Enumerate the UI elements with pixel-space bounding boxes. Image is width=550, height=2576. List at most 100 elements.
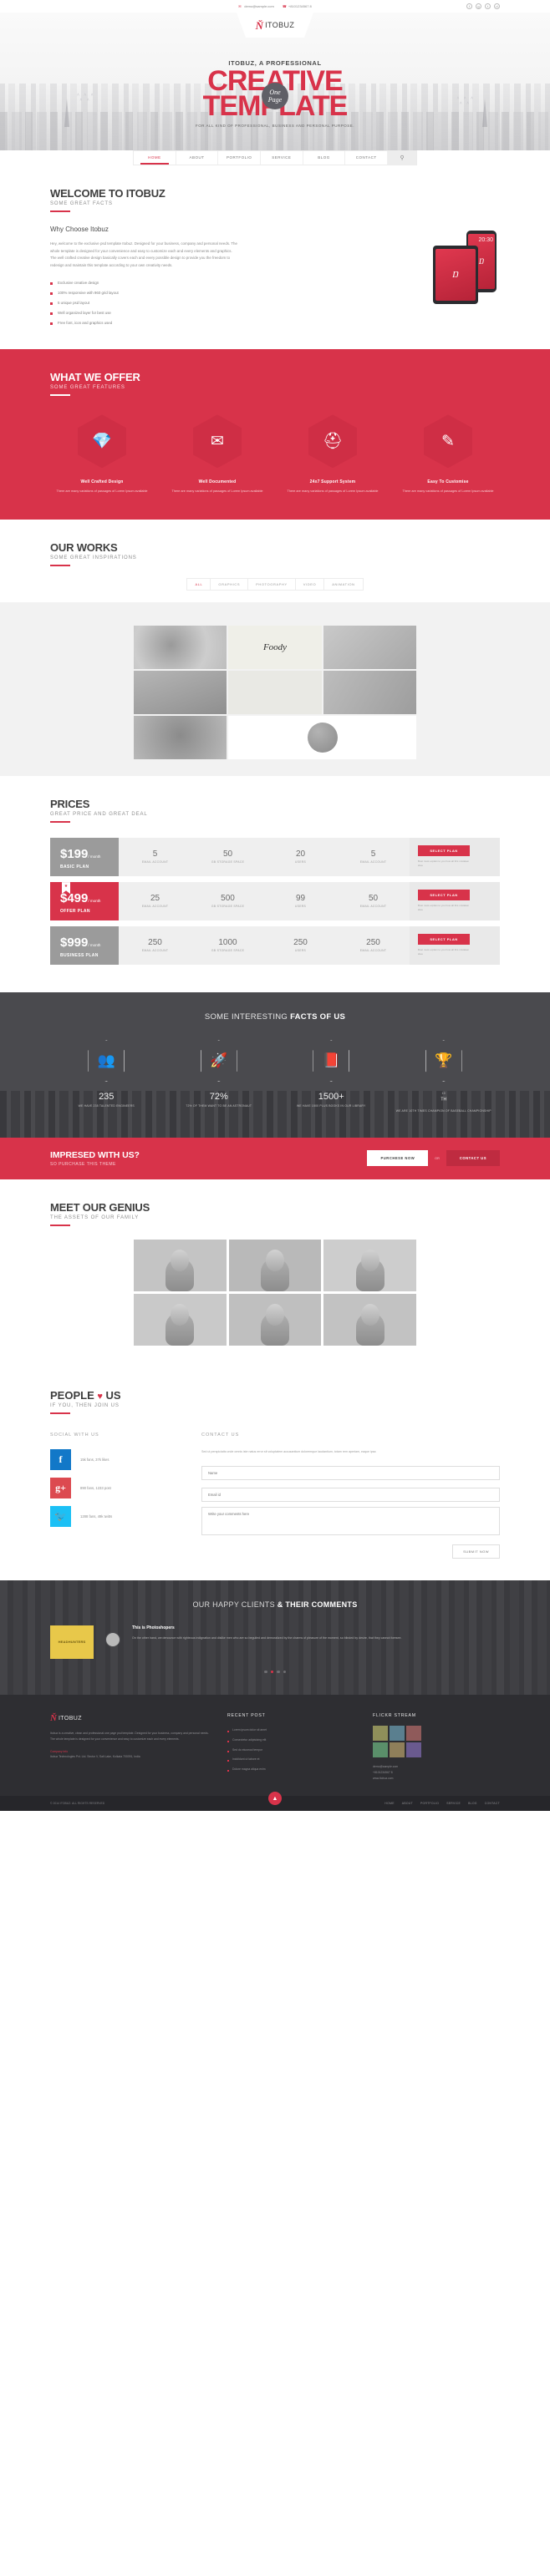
footer-recent-post[interactable]: Incididunt ut labore et <box>227 1755 354 1765</box>
facebook-icon[interactable]: f <box>466 3 472 9</box>
footer-nav-home[interactable]: HOME <box>384 1802 394 1805</box>
nav-item-home[interactable]: HOME <box>134 151 176 165</box>
nav-item-blog[interactable]: BLOG <box>303 151 346 165</box>
email-field[interactable] <box>201 1487 500 1502</box>
plan-spec: 50 GB STORAGE SPACE <box>191 849 264 865</box>
pagination-dot[interactable] <box>277 1670 280 1674</box>
search-icon[interactable]: ⚲ <box>388 151 417 165</box>
footer-recent-post[interactable]: Sed do eiusmod tempor <box>227 1746 354 1756</box>
testimonial-heading: OUR HAPPY CLIENTS & THEIR COMMENTS <box>50 1600 500 1609</box>
footer-contact-phone[interactable]: +8101234567 8 <box>373 1770 500 1776</box>
footer-recent-post[interactable]: Lorem ipsum dolor sit amet <box>227 1726 354 1736</box>
work-tile-plate[interactable] <box>134 626 227 670</box>
twitter-icon[interactable]: t <box>485 3 491 9</box>
pagination-dot[interactable] <box>264 1670 267 1674</box>
footer-nav-service[interactable]: SERVICE <box>446 1802 461 1805</box>
work-tile-foody[interactable]: Foody <box>228 626 322 670</box>
dribbble-icon[interactable]: d <box>494 3 500 9</box>
nav-item-about[interactable]: ABOUT <box>176 151 219 165</box>
footer-logo[interactable]: Ň ITOBUZ <box>50 1713 209 1723</box>
social-stats: 1288 fans, 49k twitts <box>80 1514 113 1519</box>
social-row-twitter[interactable]: 🐦 1288 fans, 49k twitts <box>50 1505 180 1527</box>
testimonial-heading-light: OUR HAPPY CLIENTS <box>192 1600 278 1609</box>
topbar-email-text: demo@sample.com <box>244 4 274 8</box>
team-member-6[interactable] <box>323 1293 416 1346</box>
offer-feature-2[interactable]: ✉ Well Documented There are many variati… <box>166 414 269 494</box>
team-member-5[interactable] <box>228 1293 322 1346</box>
rocket-icon: 🚀 <box>201 1040 237 1082</box>
price-plan-offer: ★ $499/ month OFFER PLAN 25 EMAIL ACCOUNT… <box>50 882 500 921</box>
works-rule <box>50 565 70 567</box>
page-root: ✉ demo@sample.com ☎ +8101234567 8 f g t … <box>0 0 550 1812</box>
filter-animation[interactable]: ANIMATION <box>323 578 364 591</box>
social-row-googleplus[interactable]: g+ 890 fans, 1233 post <box>50 1477 180 1498</box>
google-plus-icon[interactable]: g <box>476 3 481 9</box>
nav-item-contact[interactable]: CONTACT <box>345 151 389 165</box>
footer-nav-contact[interactable]: CONTACT <box>485 1802 500 1805</box>
name-field[interactable] <box>201 1465 500 1480</box>
footer-contact-web[interactable]: www.itobuz.com <box>373 1776 500 1782</box>
submit-now-button[interactable]: SUBMIT NOW <box>452 1544 500 1559</box>
footer-contact-email[interactable]: demo@sample.com <box>373 1764 500 1770</box>
footer-nav-blog[interactable]: BLOG <box>468 1802 477 1805</box>
works-grid: Foody <box>134 626 416 760</box>
pagination-dot-active[interactable] <box>270 1670 273 1674</box>
site-logo[interactable]: Ň ITOBUZ <box>237 13 313 38</box>
work-tile-food[interactable] <box>323 671 416 715</box>
team-member-4[interactable] <box>134 1293 227 1346</box>
select-plan-button[interactable]: SELECT PLAN <box>418 845 470 857</box>
footer-recent-post[interactable]: Dolore magna aliqua enim <box>227 1765 354 1775</box>
filter-all[interactable]: ALL <box>186 578 211 591</box>
offer-feature-text: There are many variations of passages of… <box>402 489 494 494</box>
offer-feature-1[interactable]: 💎 Well Crafted Design There are many var… <box>50 414 154 494</box>
work-tile-cookie[interactable] <box>228 716 416 760</box>
select-plan-button[interactable]: SELECT PLAN <box>418 890 470 901</box>
plan-specs: 250 EMAIL ACCOUNT 1000 GB STORAGE SPACE 25… <box>119 926 410 966</box>
offer-feature-4[interactable]: ✎ Easy To Customise There are many varia… <box>396 414 500 494</box>
offer-feature-text: There are many variations of passages of… <box>171 489 263 494</box>
love-subtitle: IF YOU, THEN JOIN US <box>50 1402 120 1408</box>
footer-nav-about[interactable]: ABOUT <box>402 1802 413 1805</box>
team-member-2[interactable] <box>228 1239 322 1291</box>
topbar-email[interactable]: ✉ demo@sample.com <box>238 4 274 8</box>
fact-text: WE HAVE 1500 PLUS BOOKS IN OUR LIBRARY <box>297 1104 366 1108</box>
team-member-1[interactable] <box>134 1239 227 1291</box>
offer-feature-3[interactable]: ⛑ 24x7 Support System There are many var… <box>281 414 384 494</box>
spec-label: USERS <box>294 860 307 865</box>
offer-feature-title: Well Documented <box>198 479 237 485</box>
nav-item-portfolio[interactable]: PORTFOLIO <box>218 151 262 165</box>
flickr-thumbnail[interactable] <box>373 1726 388 1742</box>
purchase-now-button[interactable]: PURCHESE NOW <box>367 1150 429 1167</box>
filter-graphics[interactable]: GRAPHICS <box>210 578 248 591</box>
cta-buttons: PURCHESE NOW OR CONTACT US <box>367 1150 500 1167</box>
work-tile-magazine[interactable] <box>228 671 322 715</box>
footer-recent-post[interactable]: Consectetur adipisicing elit <box>227 1736 354 1746</box>
spec-value: 99 <box>295 894 306 904</box>
arrow-up-icon[interactable]: ▲ <box>268 1792 282 1806</box>
social-row-facebook[interactable]: f 15k fans, 37k likes <box>50 1448 180 1470</box>
contact-us-button[interactable]: CONTACT US <box>446 1150 500 1167</box>
comment-field[interactable] <box>201 1506 500 1535</box>
list-item: 100% responsive with 960 grid layout <box>50 287 238 297</box>
nav-item-service[interactable]: SERVICE <box>261 151 303 165</box>
work-tile-bread[interactable] <box>323 626 416 670</box>
plan-head: ★ $499/ month OFFER PLAN <box>50 882 119 921</box>
welcome-body: Why Choose Itobuz Hey, welcome to the ex… <box>50 226 500 327</box>
work-tile-coffee[interactable] <box>134 716 227 760</box>
pagination-dot[interactable] <box>283 1670 286 1674</box>
work-tile-portrait[interactable] <box>134 671 227 715</box>
offer-feature-text: There are many variations of passages of… <box>287 489 379 494</box>
topbar-phone[interactable]: ☎ +8101234567 8 <box>283 4 312 8</box>
flickr-thumbnail[interactable] <box>390 1726 405 1742</box>
filter-photography[interactable]: PHOTOGRAPHY <box>247 578 295 591</box>
team-member-3[interactable] <box>323 1239 416 1291</box>
flickr-thumbnail[interactable] <box>406 1726 421 1742</box>
footer-nav-portfolio[interactable]: PORTFOLIO <box>420 1802 439 1805</box>
select-plan-button[interactable]: SELECT PLAN <box>418 934 470 946</box>
filter-video[interactable]: VIDEO <box>294 578 324 591</box>
fact-books: 📕 1500+ WE HAVE 1500 PLUS BOOKS IN OUR L… <box>275 1040 388 1114</box>
flickr-thumbnail[interactable] <box>373 1742 388 1758</box>
welcome-rule <box>50 210 70 212</box>
flickr-thumbnail[interactable] <box>390 1742 405 1758</box>
flickr-thumbnail[interactable] <box>406 1742 421 1758</box>
